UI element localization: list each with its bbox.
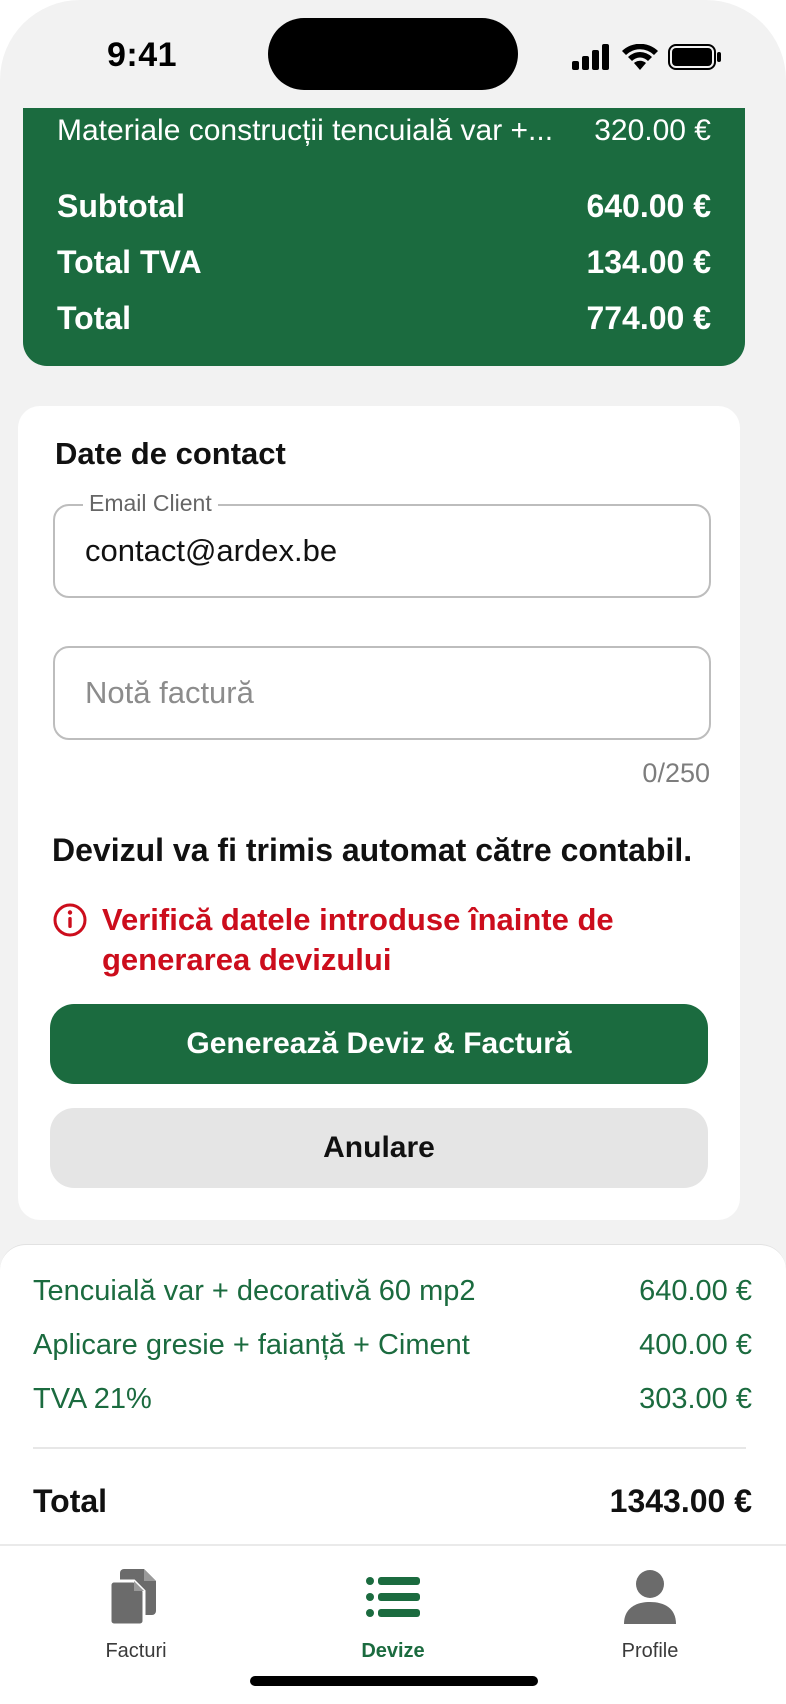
note-char-counter: 0/250 [642,758,710,788]
tva-row: Total TVA 134.00 € [57,244,711,281]
subtotal-amount: 640.00 € [586,188,711,224]
summary-total-row: Total 774.00 € [57,300,711,337]
subtotal-label: Subtotal [57,188,185,224]
tab-facturi[interactable]: Facturi [56,1568,216,1663]
list-item: Tencuială var + decorativă 60 mp2 640.00… [33,1275,752,1308]
person-icon [624,1570,676,1624]
email-input[interactable] [85,506,689,596]
tva-amount: 134.00 € [586,244,711,280]
tab-devize[interactable]: Devize [313,1568,473,1663]
summary-total-amount: 774.00 € [586,300,711,336]
validation-warning: Verifică datele introduse înainte de gen… [52,900,662,980]
status-time: 9:41 [107,36,178,74]
home-indicator [250,1676,538,1686]
documents-icon [110,1569,156,1625]
note-field[interactable] [53,646,711,740]
line-item-amount: 400.00 € [639,1329,752,1361]
generate-quote-invoice-button[interactable]: Generează Deviz & Factură [50,1004,708,1084]
info-circle-icon [53,903,87,937]
summary-item-amount: 320.00 € [594,114,711,147]
tva-label: Total TVA [57,244,202,280]
line-item-amount: 640.00 € [639,1275,752,1307]
cancel-button[interactable]: Anulare [50,1108,708,1188]
accountant-notice: Devizul va fi trimis automat către conta… [52,832,693,868]
subtotal-row: Subtotal 640.00 € [57,188,711,225]
grand-total-label: Total [33,1483,108,1519]
line-item-label: Tencuială var + decorativă 60 mp2 [33,1275,476,1307]
summary-item-label: Materiale construcții tencuială var +... [57,114,554,147]
battery-icon [668,44,721,70]
contact-card: Date de contact Email Client 0/250 Deviz… [18,406,740,1220]
warning-text: Verifică datele introduse înainte de gen… [102,902,614,977]
tab-label: Devize [361,1640,425,1662]
quote-lines-sheet: Tencuială var + decorativă 60 mp2 640.00… [0,1244,786,1544]
list-item: TVA 21% 303.00 € [33,1383,752,1416]
wifi-icon [622,44,658,70]
status-icons [572,44,722,70]
summary-item-row: Materiale construcții tencuială var +...… [57,112,711,150]
status-bar: 9:41 [0,0,786,110]
line-item-label: TVA 21% [33,1383,152,1415]
divider [33,1447,746,1449]
email-field[interactable]: Email Client [53,490,711,598]
grand-total-row: Total 1343.00 € [33,1483,752,1520]
tab-label: Facturi [105,1640,167,1662]
grand-total-amount: 1343.00 € [609,1483,752,1519]
quote-summary-card: Materiale construcții tencuială var +...… [23,108,745,366]
tab-label: Profile [621,1640,679,1662]
line-item-label: Aplicare gresie + faianță + Ciment [33,1329,470,1361]
list-icon [366,1577,420,1617]
contact-section-title: Date de contact [55,436,286,471]
dynamic-island [268,18,518,90]
summary-total-label: Total [57,300,132,336]
line-item-amount: 303.00 € [639,1383,752,1415]
tab-profile[interactable]: Profile [570,1568,730,1663]
list-item: Aplicare gresie + faianță + Ciment 400.0… [33,1329,752,1362]
note-input[interactable] [85,648,689,738]
cellular-signal-icon [572,44,609,70]
app-screen: 9:41 Materiale construcții tencuială var… [0,0,786,1704]
